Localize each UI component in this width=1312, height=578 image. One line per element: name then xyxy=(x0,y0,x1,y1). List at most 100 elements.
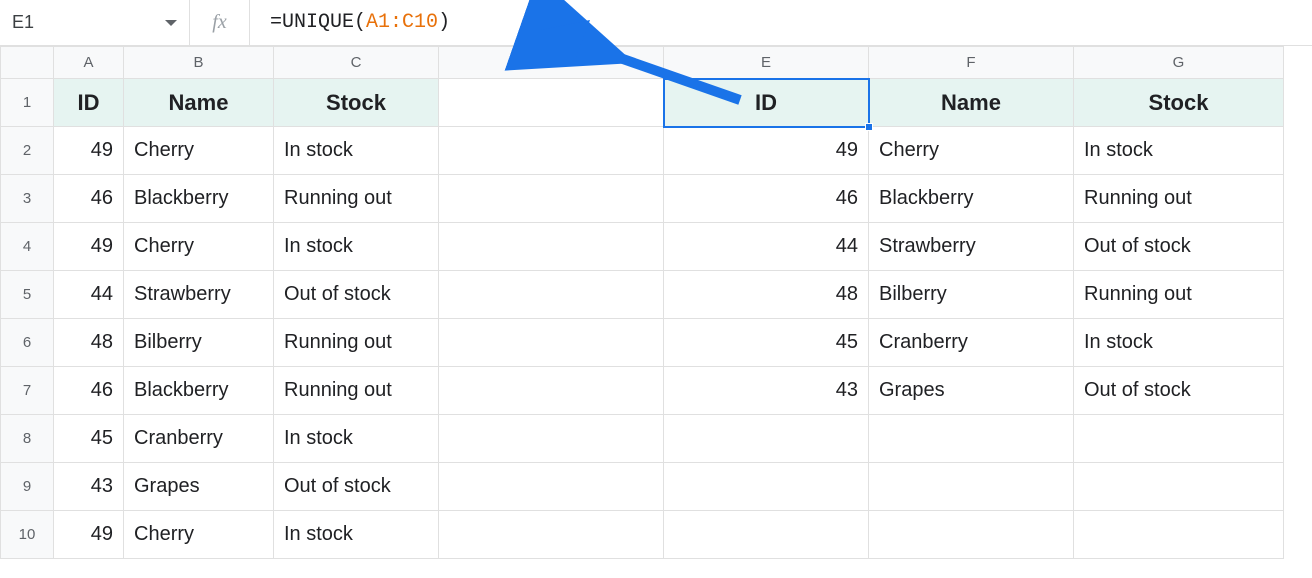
cell-E9[interactable] xyxy=(664,463,869,511)
cell-E4[interactable]: 44 xyxy=(664,223,869,271)
cell-G7[interactable]: Out of stock xyxy=(1074,367,1284,415)
row-header-4[interactable]: 4 xyxy=(1,223,54,271)
cell-F8[interactable] xyxy=(869,415,1074,463)
row-header-10[interactable]: 10 xyxy=(1,511,54,559)
cell-D1[interactable] xyxy=(439,79,664,127)
cell-A1[interactable]: ID xyxy=(54,79,124,127)
cell-B9[interactable]: Grapes xyxy=(124,463,274,511)
cell-E7[interactable]: 43 xyxy=(664,367,869,415)
table-row: 6 48 Bilberry Running out 45 Cranberry I… xyxy=(1,319,1284,367)
row-header-6[interactable]: 6 xyxy=(1,319,54,367)
cell-B2[interactable]: Cherry xyxy=(124,127,274,175)
cell-B4[interactable]: Cherry xyxy=(124,223,274,271)
cell-D5[interactable] xyxy=(439,271,664,319)
cell-E2[interactable]: 49 xyxy=(664,127,869,175)
row-header-2[interactable]: 2 xyxy=(1,127,54,175)
formula-func: UNIQUE xyxy=(282,11,354,34)
cell-A9[interactable]: 43 xyxy=(54,463,124,511)
formula-eq: = xyxy=(270,11,282,34)
cell-F10[interactable] xyxy=(869,511,1074,559)
cell-D9[interactable] xyxy=(439,463,664,511)
cell-D8[interactable] xyxy=(439,415,664,463)
cell-A8[interactable]: 45 xyxy=(54,415,124,463)
row-header-5[interactable]: 5 xyxy=(1,271,54,319)
cell-B8[interactable]: Cranberry xyxy=(124,415,274,463)
cell-A3[interactable]: 46 xyxy=(54,175,124,223)
cell-F9[interactable] xyxy=(869,463,1074,511)
cell-G5[interactable]: Running out xyxy=(1074,271,1284,319)
cell-C9[interactable]: Out of stock xyxy=(274,463,439,511)
sheet-table[interactable]: A B C D E F G 1 ID Name Stock ID Name St… xyxy=(0,46,1284,559)
cell-D2[interactable] xyxy=(439,127,664,175)
cell-B6[interactable]: Bilberry xyxy=(124,319,274,367)
cell-D3[interactable] xyxy=(439,175,664,223)
cell-G4[interactable]: Out of stock xyxy=(1074,223,1284,271)
table-row: 8 45 Cranberry In stock xyxy=(1,415,1284,463)
cell-E5[interactable]: 48 xyxy=(664,271,869,319)
cell-C1[interactable]: Stock xyxy=(274,79,439,127)
cell-D4[interactable] xyxy=(439,223,664,271)
cell-C10[interactable]: In stock xyxy=(274,511,439,559)
row-header-1[interactable]: 1 xyxy=(1,79,54,127)
cell-D10[interactable] xyxy=(439,511,664,559)
cell-A2[interactable]: 49 xyxy=(54,127,124,175)
cell-F5[interactable]: Bilberry xyxy=(869,271,1074,319)
cell-G2[interactable]: In stock xyxy=(1074,127,1284,175)
cell-C7[interactable]: Running out xyxy=(274,367,439,415)
cell-G10[interactable] xyxy=(1074,511,1284,559)
col-header-E[interactable]: E xyxy=(664,47,869,79)
col-header-C[interactable]: C xyxy=(274,47,439,79)
cell-E3[interactable]: 46 xyxy=(664,175,869,223)
cell-E10[interactable] xyxy=(664,511,869,559)
select-all-corner[interactable] xyxy=(1,47,54,79)
col-header-D[interactable]: D xyxy=(439,47,664,79)
cell-C4[interactable]: In stock xyxy=(274,223,439,271)
col-header-A[interactable]: A xyxy=(54,47,124,79)
cell-F2[interactable]: Cherry xyxy=(869,127,1074,175)
name-box[interactable]: E1 xyxy=(0,0,190,45)
cell-E1[interactable]: ID xyxy=(664,79,869,127)
cell-C6[interactable]: Running out xyxy=(274,319,439,367)
fx-icon[interactable]: fx xyxy=(190,0,250,45)
cell-A10[interactable]: 49 xyxy=(54,511,124,559)
col-header-F[interactable]: F xyxy=(869,47,1074,79)
cell-B7[interactable]: Blackberry xyxy=(124,367,274,415)
table-row: 2 49 Cherry In stock 49 Cherry In stock xyxy=(1,127,1284,175)
row-header-7[interactable]: 7 xyxy=(1,367,54,415)
cell-G8[interactable] xyxy=(1074,415,1284,463)
cell-B10[interactable]: Cherry xyxy=(124,511,274,559)
cell-G6[interactable]: In stock xyxy=(1074,319,1284,367)
cell-B3[interactable]: Blackberry xyxy=(124,175,274,223)
cell-D7[interactable] xyxy=(439,367,664,415)
column-header-row: A B C D E F G xyxy=(1,47,1284,79)
cell-B5[interactable]: Strawberry xyxy=(124,271,274,319)
cell-F7[interactable]: Grapes xyxy=(869,367,1074,415)
table-row: 1 ID Name Stock ID Name Stock xyxy=(1,79,1284,127)
cell-G1[interactable]: Stock xyxy=(1074,79,1284,127)
col-header-G[interactable]: G xyxy=(1074,47,1284,79)
cell-A6[interactable]: 48 xyxy=(54,319,124,367)
cell-B1[interactable]: Name xyxy=(124,79,274,127)
cell-C2[interactable]: In stock xyxy=(274,127,439,175)
chevron-down-icon[interactable] xyxy=(165,20,177,26)
row-header-9[interactable]: 9 xyxy=(1,463,54,511)
cell-G3[interactable]: Running out xyxy=(1074,175,1284,223)
cell-A7[interactable]: 46 xyxy=(54,367,124,415)
row-header-3[interactable]: 3 xyxy=(1,175,54,223)
cell-E6[interactable]: 45 xyxy=(664,319,869,367)
cell-A4[interactable]: 49 xyxy=(54,223,124,271)
row-header-8[interactable]: 8 xyxy=(1,415,54,463)
cell-F6[interactable]: Cranberry xyxy=(869,319,1074,367)
cell-C5[interactable]: Out of stock xyxy=(274,271,439,319)
formula-input[interactable]: =UNIQUE(A1:C10) xyxy=(250,0,1312,45)
col-header-B[interactable]: B xyxy=(124,47,274,79)
cell-C3[interactable]: Running out xyxy=(274,175,439,223)
cell-E8[interactable] xyxy=(664,415,869,463)
cell-F4[interactable]: Strawberry xyxy=(869,223,1074,271)
cell-F1[interactable]: Name xyxy=(869,79,1074,127)
cell-D6[interactable] xyxy=(439,319,664,367)
cell-G9[interactable] xyxy=(1074,463,1284,511)
cell-C8[interactable]: In stock xyxy=(274,415,439,463)
cell-A5[interactable]: 44 xyxy=(54,271,124,319)
cell-F3[interactable]: Blackberry xyxy=(869,175,1074,223)
